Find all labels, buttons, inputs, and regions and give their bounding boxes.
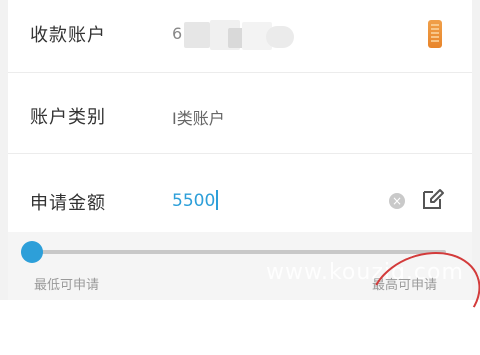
annotation-circle [357, 237, 480, 355]
edit-icon[interactable] [421, 187, 445, 211]
slider-track[interactable] [32, 250, 446, 254]
right-edge [472, 0, 480, 300]
withdraw-form: 收款账户 6 账户类别 I类账户 申请金额 5500 × www.kouziq.… [8, 0, 480, 355]
amount-slider-area: www.kouziq.com 最低可申请 最高可申请 [8, 232, 480, 355]
account-type-row: 账户类别 I类账户 [8, 73, 472, 153]
receiving-account-row[interactable]: 收款账户 6 [8, 0, 472, 72]
text-caret [216, 190, 219, 210]
bank-card-icon[interactable] [428, 20, 442, 48]
amount-label: 申请金额 [30, 193, 106, 214]
clear-icon[interactable]: × [389, 193, 405, 209]
account-number-fragment: 6 [172, 24, 183, 43]
slider-thumb[interactable] [21, 241, 43, 263]
amount-input[interactable]: 5500 [172, 190, 219, 211]
masked-account-number: 6 [170, 18, 300, 52]
amount-value: 5500 [172, 191, 216, 211]
left-edge [0, 0, 8, 300]
min-amount-label: 最低可申请 [34, 278, 100, 293]
account-type-value: I类账户 [172, 109, 225, 128]
amount-row: 申请金额 5500 × [8, 154, 472, 242]
account-type-label: 账户类别 [30, 107, 106, 128]
receiving-account-label: 收款账户 [30, 25, 106, 46]
